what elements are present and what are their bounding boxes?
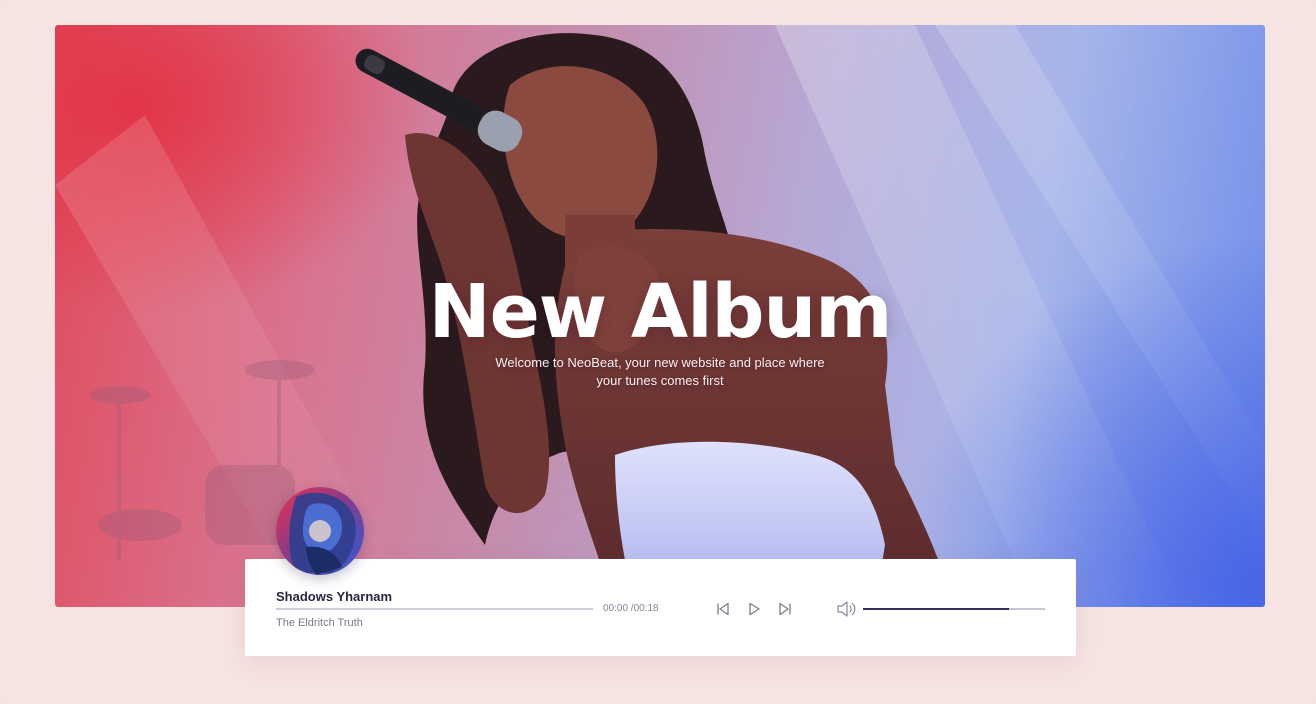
progress-bar[interactable] bbox=[276, 608, 593, 610]
volume-fill bbox=[863, 608, 1009, 610]
play-button[interactable] bbox=[746, 601, 762, 617]
play-icon bbox=[749, 602, 760, 616]
album-art bbox=[276, 487, 364, 575]
hero-subtitle-line-2: your tunes comes first bbox=[596, 373, 724, 388]
volume-button[interactable] bbox=[836, 599, 858, 619]
volume-slider[interactable] bbox=[863, 608, 1045, 610]
skip-back-icon bbox=[717, 602, 729, 616]
volume-icon bbox=[837, 601, 856, 617]
album-art-image bbox=[276, 487, 364, 575]
hero-title: New Album bbox=[428, 269, 893, 355]
hero-subtitle: Welcome to NeoBeat, your new website and… bbox=[460, 354, 860, 390]
previous-button[interactable] bbox=[715, 601, 731, 617]
track-artist: The Eldritch Truth bbox=[276, 617, 363, 629]
skip-forward-icon bbox=[779, 602, 791, 616]
time-display: 00:00 /00:18 bbox=[603, 603, 659, 614]
hero-subtitle-line-1: Welcome to NeoBeat, your new website and… bbox=[495, 355, 825, 370]
track-title: Shadows Yharnam bbox=[276, 589, 393, 604]
page-frame: New Album Welcome to NeoBeat, your new w… bbox=[0, 0, 1316, 704]
next-button[interactable] bbox=[777, 601, 793, 617]
hero-banner: New Album Welcome to NeoBeat, your new w… bbox=[55, 25, 1265, 607]
music-player: Shadows Yharnam The Eldritch Truth 00:00… bbox=[245, 559, 1076, 656]
